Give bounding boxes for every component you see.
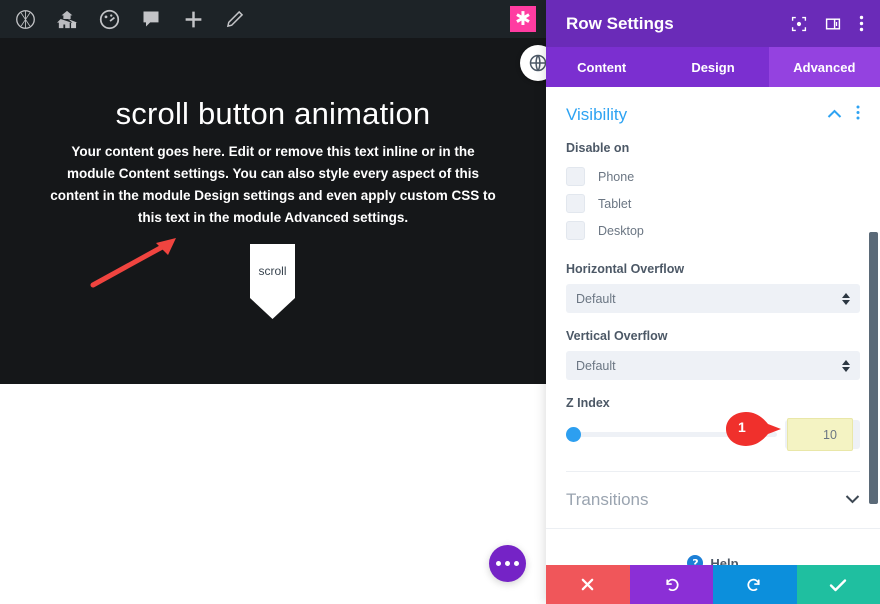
site-preview-area: ✱ scroll button animation Your content g…: [0, 0, 546, 604]
tablet-label: Tablet: [598, 196, 632, 211]
z-index-slider-knob[interactable]: [566, 427, 581, 442]
callout-number: 1: [738, 419, 746, 435]
edit-pencil-icon[interactable]: [224, 8, 246, 30]
disable-on-checkbox-group: Phone Tablet Desktop: [566, 163, 860, 244]
redo-button[interactable]: [713, 565, 797, 604]
phone-checkbox[interactable]: [566, 167, 585, 186]
panel-body: Visibility Disable on Phone Tablet Deskt…: [546, 87, 880, 565]
checkbox-row-desktop[interactable]: Desktop: [566, 217, 860, 244]
z-index-row: 10 1: [566, 412, 860, 451]
vertical-overflow-label: Vertical Overflow: [566, 329, 668, 343]
horizontal-overflow-select[interactable]: Default: [566, 284, 860, 313]
page-title: scroll button animation: [115, 96, 431, 131]
hero-section: scroll button animation Your content goe…: [0, 38, 546, 384]
visibility-section-controls: [827, 105, 860, 125]
z-index-value: 10: [823, 428, 837, 442]
disable-on-label: Disable on: [566, 141, 630, 155]
vertical-overflow-select[interactable]: Default: [566, 351, 860, 380]
phone-label: Phone: [598, 169, 635, 184]
help-label: Help: [710, 555, 739, 566]
panel-title: Row Settings: [566, 13, 674, 33]
vertical-overflow-value: Default: [576, 358, 616, 373]
z-index-group: Z Index 10 1: [566, 396, 860, 451]
redo-arrow-icon: [746, 576, 763, 593]
fab-dot: [514, 561, 519, 566]
tab-content[interactable]: Content: [546, 47, 657, 87]
horizontal-overflow-group: Horizontal Overflow Default: [566, 262, 860, 313]
panel-action-bar: [546, 565, 880, 604]
checkbox-row-tablet[interactable]: Tablet: [566, 190, 860, 217]
kebab-menu-icon[interactable]: [856, 105, 860, 125]
hero-body-text: Your content goes here. Edit or remove t…: [50, 144, 496, 225]
row-settings-panel: Row Settings Content Design Advanced Vis…: [546, 0, 880, 604]
kebab-menu-icon[interactable]: [859, 15, 864, 32]
scroll-button-shape: scroll: [250, 244, 295, 319]
chevron-up-icon[interactable]: [827, 106, 842, 124]
undo-button[interactable]: [629, 565, 713, 604]
checkbox-row-phone[interactable]: Phone: [566, 163, 860, 190]
desktop-label: Desktop: [598, 223, 644, 238]
checkmark-icon: [829, 578, 847, 592]
undo-arrow-icon: [663, 576, 680, 593]
focus-target-icon[interactable]: [791, 16, 807, 32]
horizontal-overflow-value: Default: [576, 291, 616, 306]
visibility-section-header: Visibility: [566, 105, 860, 125]
section-divider: [546, 528, 880, 529]
ellipsis-fab[interactable]: [489, 545, 526, 582]
tab-advanced[interactable]: Advanced: [768, 47, 880, 87]
asterisk-badge-icon[interactable]: ✱: [510, 6, 536, 32]
visibility-title: Visibility: [566, 105, 628, 124]
desktop-checkbox[interactable]: [566, 221, 585, 240]
vertical-overflow-group: Vertical Overflow Default: [566, 329, 860, 380]
panel-scrollbar[interactable]: [869, 232, 878, 504]
scroll-button-label: scroll: [258, 264, 287, 278]
tab-design[interactable]: Design: [657, 47, 768, 87]
visibility-section: Visibility Disable on Phone Tablet Deskt…: [546, 87, 880, 472]
spinner-arrows-icon: [842, 292, 850, 305]
admin-bar-right: ✱: [510, 6, 536, 32]
chevron-down-icon[interactable]: [845, 491, 860, 509]
wp-admin-bar: ✱: [0, 0, 546, 38]
save-button[interactable]: [796, 565, 880, 604]
dashboard-gauge-icon[interactable]: [98, 8, 120, 30]
comments-bubble-icon[interactable]: [140, 8, 162, 30]
wordpress-logo-icon[interactable]: [14, 8, 36, 30]
cancel-button[interactable]: [546, 565, 630, 604]
transitions-section-header[interactable]: Transitions: [546, 472, 880, 528]
z-index-label: Z Index: [566, 396, 610, 410]
horizontal-overflow-label: Horizontal Overflow: [566, 262, 685, 276]
spinner-arrows-icon: [842, 359, 850, 372]
site-home-icon[interactable]: [56, 8, 78, 30]
close-x-icon: [580, 577, 595, 592]
fab-dot: [505, 561, 510, 566]
panel-header-icons: [791, 15, 864, 32]
annotation-arrow-icon: [88, 236, 178, 290]
callout-marker-1: 1: [724, 411, 782, 447]
scroll-button[interactable]: scroll: [250, 244, 295, 319]
tablet-checkbox[interactable]: [566, 194, 585, 213]
panel-tabs: Content Design Advanced: [546, 47, 880, 87]
screen-root: ✱ scroll button animation Your content g…: [0, 0, 880, 604]
fab-dot: [496, 561, 501, 566]
new-content-plus-icon[interactable]: [182, 8, 204, 30]
help-link[interactable]: ? Help: [546, 555, 880, 565]
help-question-icon: ?: [687, 555, 704, 565]
panel-layout-icon[interactable]: [825, 16, 841, 32]
transitions-title: Transitions: [566, 490, 649, 509]
panel-header: Row Settings: [546, 0, 880, 47]
admin-bar-items: [0, 8, 246, 30]
